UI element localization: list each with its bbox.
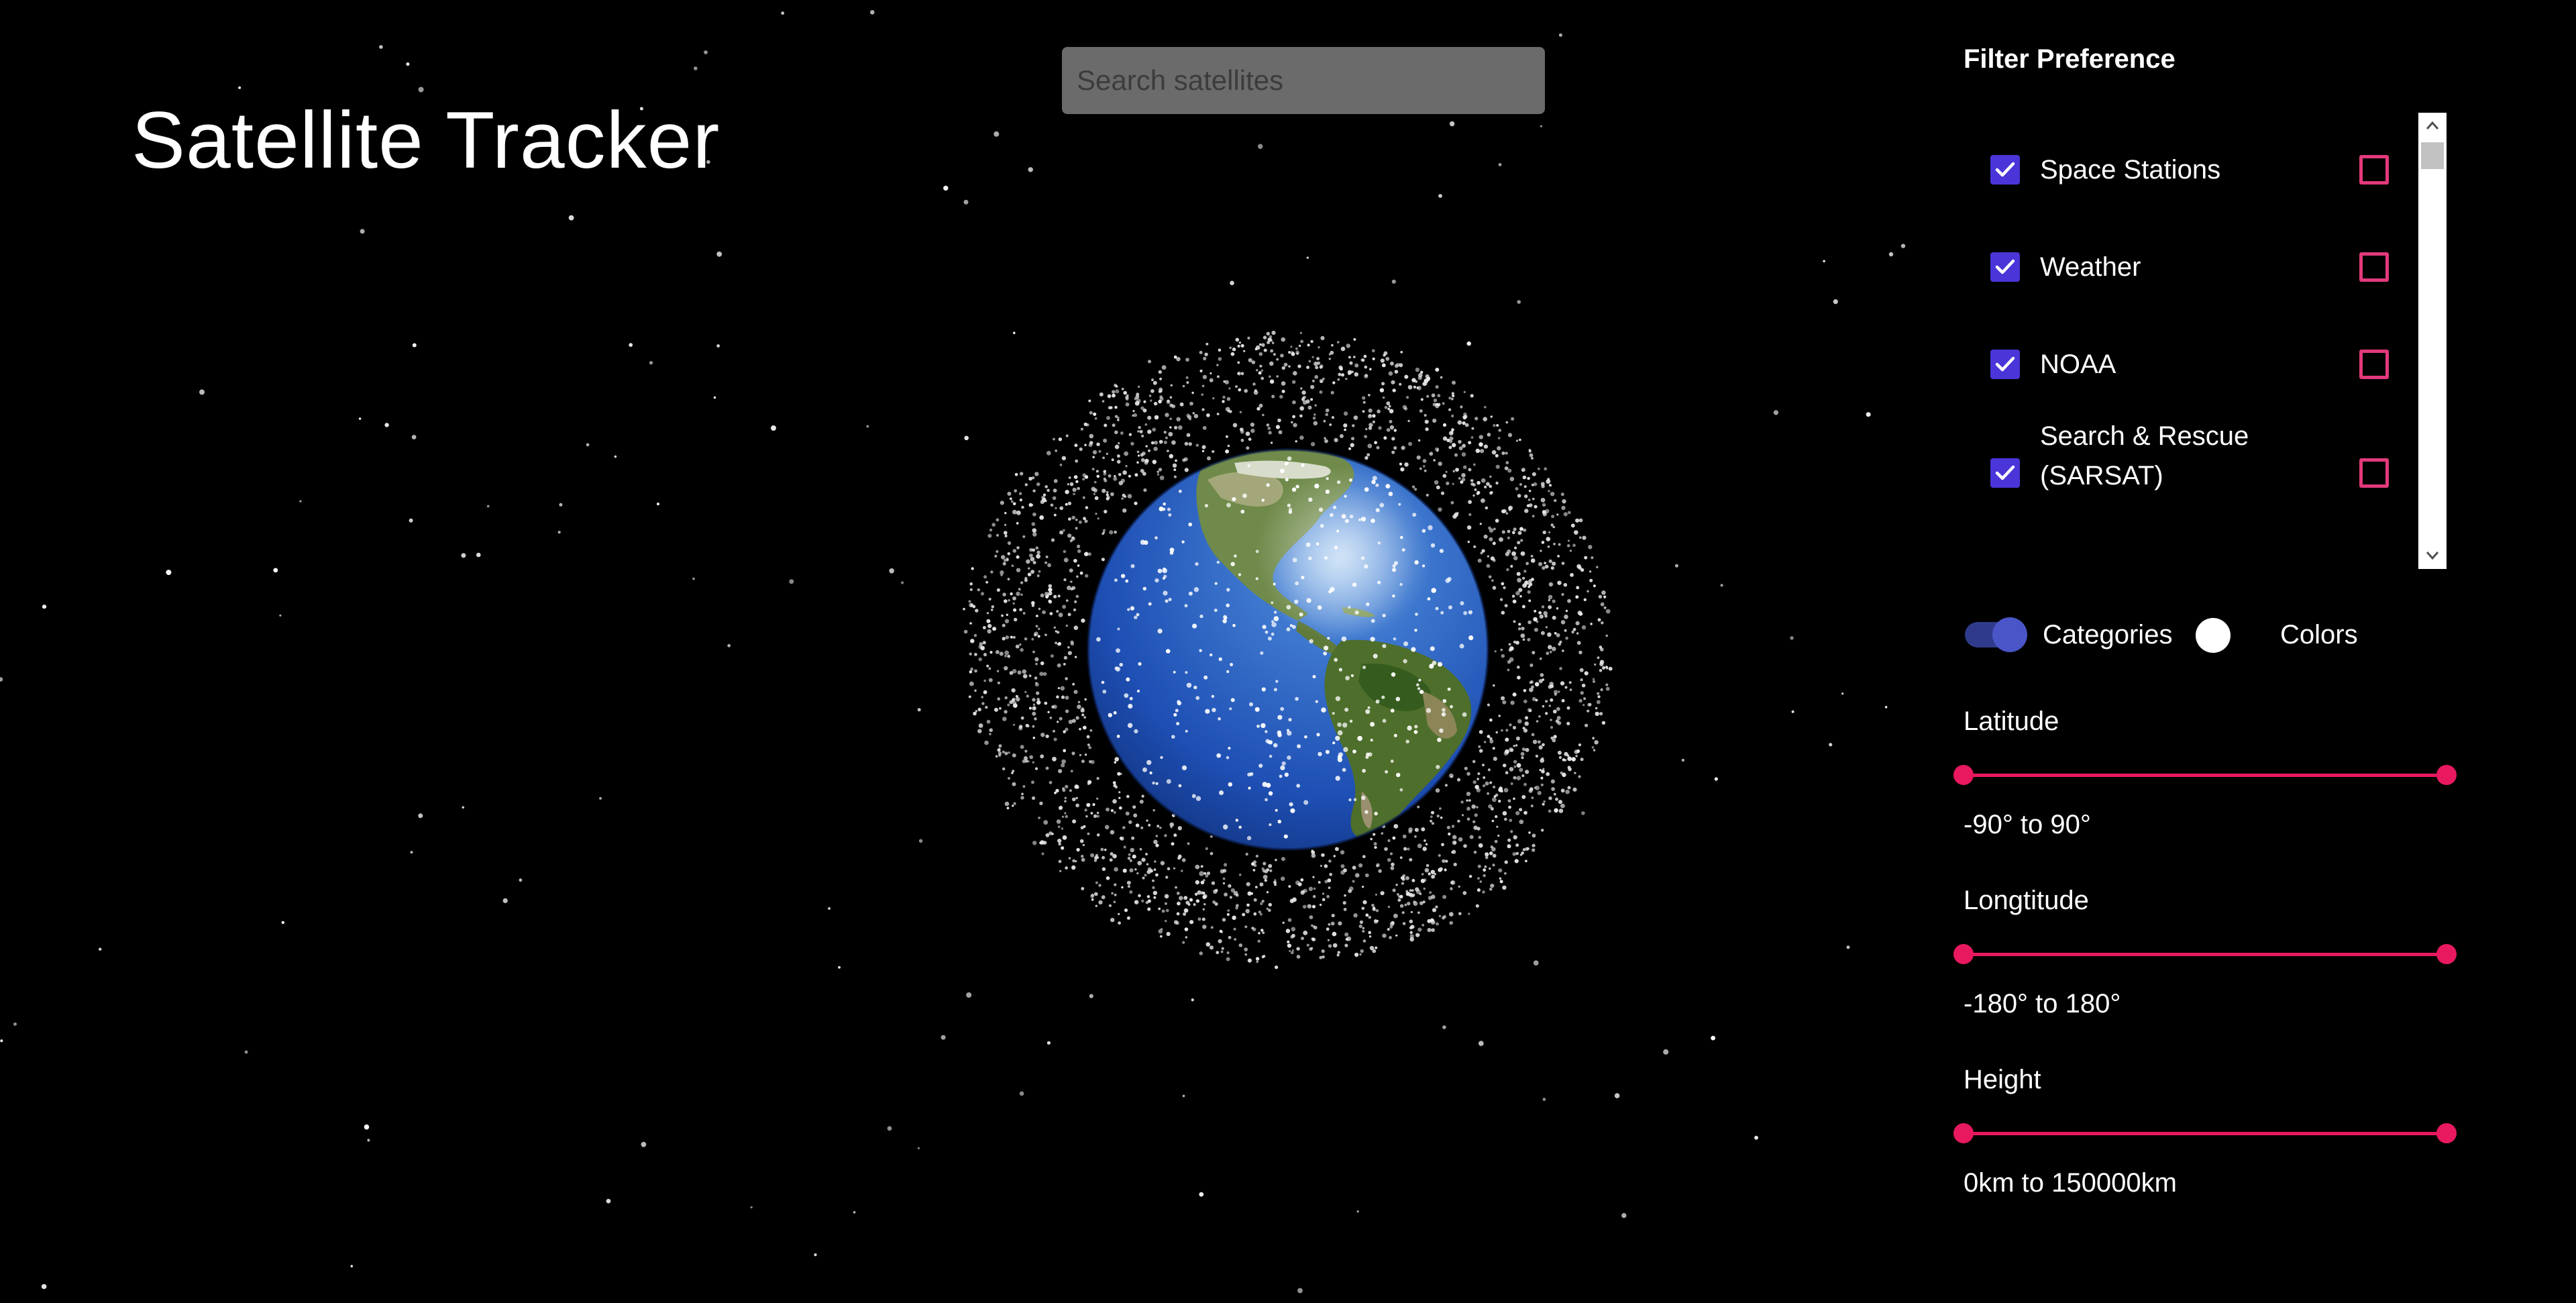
category-checkbox[interactable] <box>1990 350 2020 379</box>
scrollbar-thumb[interactable] <box>2421 142 2444 169</box>
satellite-tracker-app: Satellite Tracker Filter Preference Spac… <box>0 0 2576 1303</box>
filter-item-label-line2: (SARSAT) <box>2040 461 2163 490</box>
color-checkbox[interactable] <box>2359 458 2389 488</box>
filter-item-weather[interactable]: Weather <box>1964 250 2420 331</box>
filter-item-label: NOAA <box>2040 350 2116 379</box>
filter-list-scrollbar[interactable] <box>2418 113 2447 569</box>
category-checkbox[interactable] <box>1990 458 2020 488</box>
longitude-slider-max-thumb[interactable] <box>2436 944 2457 964</box>
star-field <box>0 9 1906 1294</box>
latitude-slider-min-thumb[interactable] <box>1953 765 1974 785</box>
latitude-label: Latitude <box>1964 707 2059 736</box>
filter-item-label-line1: Search & Rescue <box>2040 421 2249 451</box>
check-icon <box>1995 356 2015 372</box>
toggle-label-colors: Colors <box>2280 620 2358 649</box>
height-label: Height <box>1964 1065 2041 1094</box>
category-checkbox[interactable] <box>1990 155 2020 185</box>
filter-item-noaa[interactable]: NOAA <box>1964 348 2420 428</box>
color-checkbox[interactable] <box>2359 252 2389 282</box>
filter-item-space-stations[interactable]: Space Stations <box>1964 153 2420 233</box>
toggle-label-categories: Categories <box>2043 620 2173 649</box>
filter-item-search-rescue[interactable]: Search & Rescue (SARSAT) <box>1964 421 2420 537</box>
colors-toggle-dot[interactable] <box>2196 618 2231 653</box>
app-title: Satellite Tracker <box>131 95 720 185</box>
check-icon <box>1995 465 2015 480</box>
category-checkbox[interactable] <box>1990 252 2020 282</box>
longitude-slider-track[interactable] <box>1964 953 2447 956</box>
color-checkbox[interactable] <box>2359 350 2389 379</box>
search-input[interactable] <box>1062 47 1545 114</box>
filter-item-label: Space Stations <box>2040 155 2221 185</box>
height-range-text: 0km to 150000km <box>1964 1168 2177 1198</box>
mode-toggle-knob[interactable] <box>1992 617 2027 652</box>
latitude-slider-max-thumb[interactable] <box>2436 765 2457 785</box>
latitude-range-text: -90° to 90° <box>1964 810 2091 839</box>
filter-panel-heading: Filter Preference <box>1964 44 2176 74</box>
height-slider-min-thumb[interactable] <box>1953 1123 1974 1143</box>
latitude-slider-track[interactable] <box>1964 774 2447 777</box>
longitude-label: Longtitude <box>1964 886 2089 915</box>
color-checkbox[interactable] <box>2359 155 2389 185</box>
height-slider-track[interactable] <box>1964 1132 2447 1135</box>
height-slider-max-thumb[interactable] <box>2436 1123 2457 1143</box>
chevron-up-icon[interactable] <box>2418 113 2447 140</box>
filter-item-label: Weather <box>2040 252 2141 282</box>
earth-globe <box>1087 448 1489 851</box>
check-icon <box>1995 259 2015 274</box>
category-filter-list[interactable]: Space Stations Weather NOAA Search & Res… <box>1964 113 2447 569</box>
longitude-range-text: -180° to 180° <box>1964 989 2121 1019</box>
check-icon <box>1995 162 2015 177</box>
longitude-slider-min-thumb[interactable] <box>1953 944 1974 964</box>
chevron-down-icon[interactable] <box>2418 542 2447 569</box>
